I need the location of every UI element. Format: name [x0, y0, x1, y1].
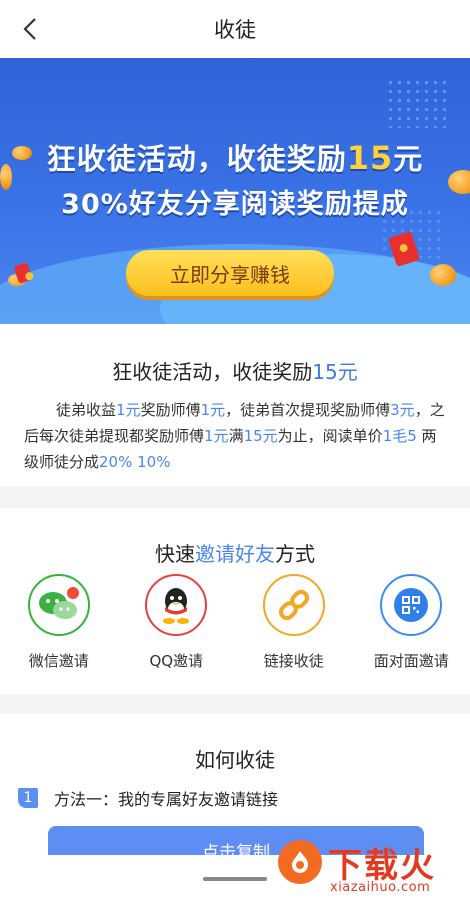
- step-row: 1 方法一：我的专属好友邀请链接: [18, 786, 278, 810]
- method-label: 面对面邀请: [373, 652, 449, 670]
- activity-title-text: 狂收徒活动，收徒奖励: [112, 360, 313, 384]
- desc-highlight: 3元: [390, 401, 415, 419]
- qq-invite-button[interactable]: QQ邀请: [118, 574, 236, 671]
- invite-title: 快速邀请好友方式: [0, 508, 470, 567]
- headline-unit: 元: [393, 142, 424, 176]
- desc-highlight: 1元: [116, 401, 141, 419]
- desc-text: 满: [228, 427, 244, 445]
- flame-logo-icon: [278, 840, 322, 884]
- face-to-face-invite-button[interactable]: 面对面邀请: [353, 574, 470, 671]
- page-title: 收徒: [214, 18, 256, 42]
- promo-banner: 狂收徒活动，收徒奖励15元 30%好友分享阅读奖励提成 立即分享赚钱: [0, 58, 470, 324]
- method-label: 微信邀请: [28, 652, 89, 670]
- wechat-icon: [27, 574, 90, 636]
- banner-headline: 狂收徒活动，收徒奖励15元: [0, 136, 470, 178]
- share-earn-button[interactable]: 立即分享赚钱: [126, 250, 334, 296]
- desc-highlight: 1元: [204, 427, 229, 445]
- headline-amount: 15: [346, 139, 394, 177]
- banner-subheadline: 30%好友分享阅读奖励提成: [61, 189, 409, 220]
- invite-title-prefix: 快速: [155, 542, 195, 566]
- back-icon[interactable]: [18, 16, 44, 42]
- step-number-badge: 1: [18, 788, 38, 808]
- desc-highlight: 1毛5: [382, 427, 417, 445]
- qrcode-icon: [380, 574, 443, 636]
- invite-methods-card: 快速邀请好友方式 微信邀请 QQ邀请 链接收徒 面对面邀请: [0, 508, 470, 694]
- desc-highlight: 1元: [200, 401, 226, 419]
- activity-description: 徒弟收益1元奖励师傅1元，徒弟首次提现奖励师傅3元，之后每次徒弟提现都奖励师傅1…: [24, 397, 446, 475]
- link-invite-button[interactable]: 链接收徒: [235, 574, 353, 671]
- coin-icon: [430, 264, 456, 286]
- invite-title-suffix: 方式: [275, 542, 315, 566]
- invite-title-highlight: 邀请好友: [195, 542, 275, 566]
- desc-text: 为止，阅读单价: [277, 427, 383, 445]
- desc-text: ，徒弟首次提现奖励师傅: [225, 401, 391, 419]
- activity-title: 狂收徒活动，收徒奖励15元: [0, 324, 470, 385]
- link-icon: [262, 574, 325, 636]
- headline-text: 狂收徒活动，收徒奖励: [46, 142, 347, 176]
- watermark: 下载火 xiazaihuo.com: [278, 838, 468, 900]
- how-to-title: 如何收徒: [195, 748, 275, 772]
- desc-text: 奖励师傅: [140, 401, 201, 419]
- desc-text: 徒弟收益: [56, 401, 117, 419]
- method-label: 链接收徒: [263, 652, 324, 670]
- desc-highlight: 15元: [243, 427, 278, 445]
- wechat-invite-button[interactable]: 微信邀请: [0, 574, 118, 671]
- step-text: 方法一：我的专属好友邀请链接: [54, 790, 279, 809]
- qq-icon: [145, 574, 208, 636]
- dot-pattern: [386, 78, 446, 128]
- invite-methods: 微信邀请 QQ邀请 链接收徒 面对面邀请: [0, 574, 470, 671]
- desc-highlight: 20% 10%: [99, 453, 171, 471]
- home-indicator[interactable]: [203, 877, 267, 881]
- watermark-url: xiazaihuo.com: [330, 880, 431, 895]
- method-label: QQ邀请: [149, 652, 204, 670]
- activity-title-amount: 15元: [312, 360, 358, 384]
- top-bar: 收徒: [0, 0, 470, 58]
- activity-card: 狂收徒活动，收徒奖励15元 徒弟收益1元奖励师傅1元，徒弟首次提现奖励师傅3元，…: [0, 324, 470, 486]
